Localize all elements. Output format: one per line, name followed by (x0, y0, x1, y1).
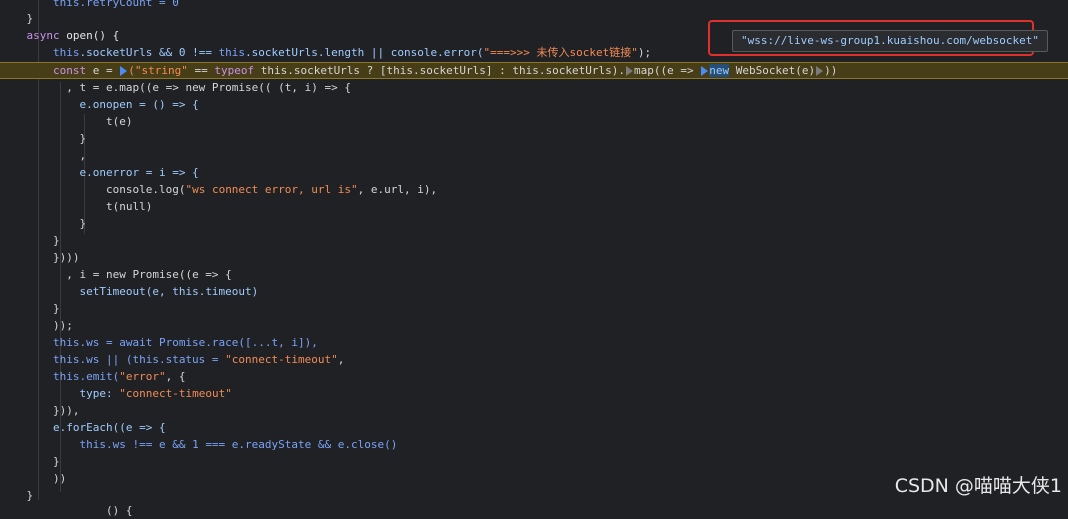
code-line: )); (52, 319, 73, 332)
annotation-box: "wss://live-ws-group1.kuaishou.com/webso… (708, 20, 1049, 56)
value-tooltip: "wss://live-ws-group1.kuaishou.com/webso… (732, 30, 1049, 52)
code-line: this.ws || (this.status = "connect-timeo… (52, 353, 345, 366)
code-line: this.ws !== e && 1 === e.readyState && e… (79, 438, 398, 451)
breakpoint-marker-icon[interactable] (816, 66, 824, 76)
code-line: } (79, 132, 87, 145)
code-line: () { (105, 504, 133, 517)
code-line: this.emit("error", { (52, 370, 186, 383)
code-line: t(null) (105, 200, 153, 213)
code-line: e.onerror = i => { (79, 166, 199, 179)
code-line: } (52, 455, 60, 468)
code-editor[interactable]: this.retryCount = 0 } async open() { thi… (0, 0, 1068, 517)
watermark: CSDN @喵喵大侠1 (894, 475, 1062, 497)
breakpoint-marker-icon[interactable] (120, 66, 128, 76)
code-line: , i = new Promise((e => { (66, 268, 232, 281)
code-line: t(e) (105, 115, 133, 128)
code-line: })), (52, 404, 80, 417)
code-line: } (52, 234, 60, 247)
code-line: console.log("ws connect error, url is", … (105, 183, 438, 196)
code-line: setTimeout(e, this.timeout) (79, 285, 259, 298)
code-line: e.forEach((e => { (52, 421, 166, 434)
code-line: }))) (52, 251, 80, 264)
highlighted-code-line[interactable]: const e = ("string" == typeof this.socke… (0, 62, 1068, 79)
code-line: } (79, 217, 87, 230)
code-line: this.ws = await Promise.race([...t, i]), (52, 336, 318, 349)
code-line: , (79, 149, 87, 162)
breakpoint-marker-icon[interactable] (701, 66, 709, 76)
code-line: } (52, 302, 60, 315)
code-line: , t = e.map((e => new Promise(( (t, i) =… (66, 81, 352, 94)
code-line: type: "connect-timeout" (79, 387, 232, 400)
breakpoint-marker-icon[interactable] (625, 66, 633, 76)
code-line: e.onopen = () => { (79, 98, 199, 111)
